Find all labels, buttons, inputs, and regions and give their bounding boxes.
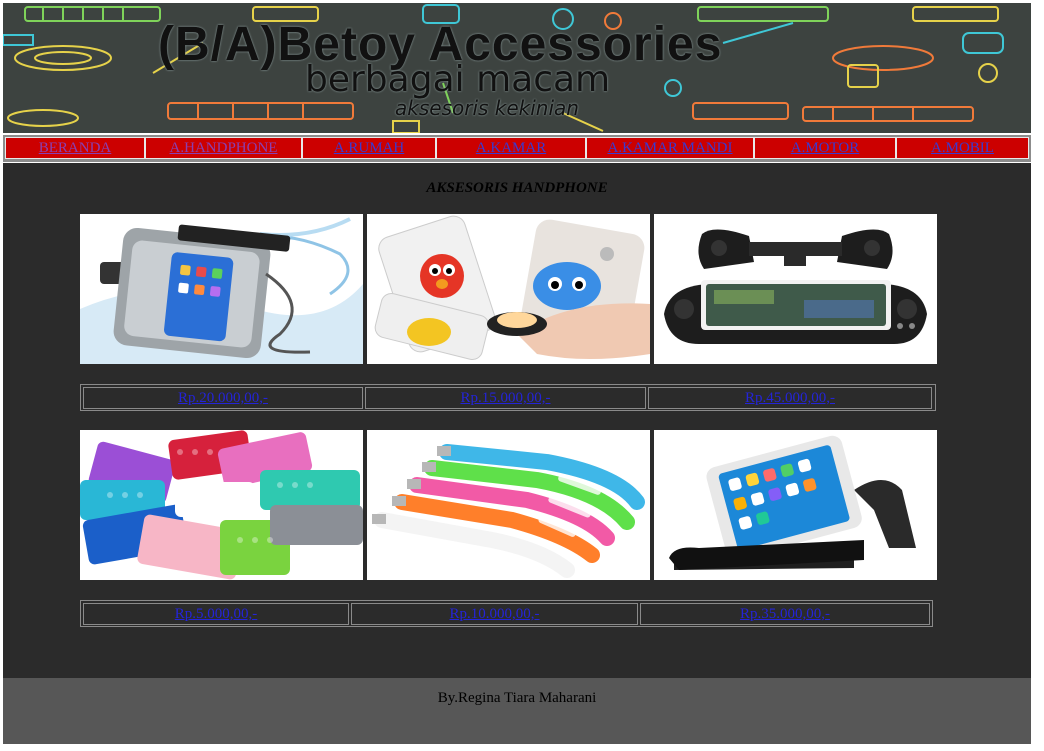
site-logo-subtitle: berbagai macam: [305, 59, 611, 100]
section-title: AKSESORIS HANDPHONE: [426, 180, 608, 196]
price-link[interactable]: Rp.45.000,00,-: [745, 390, 835, 406]
price-cell: Rp.10.000,00,-: [351, 603, 638, 625]
waterproof-phone-pouch-image: [80, 214, 363, 364]
price-cell: Rp.15.000,00,-: [365, 387, 646, 409]
price-table-row-2: Rp.5.000,00,- Rp.10.000,00,- Rp.35.000,0…: [80, 600, 933, 627]
nav-link-kamar[interactable]: A.KAMAR: [476, 140, 546, 156]
price-cell: Rp.5.000,00,-: [83, 603, 349, 625]
nav-item-kamar-mandi[interactable]: A.KAMAR MANDI: [586, 137, 754, 159]
price-cell: Rp.35.000,00,-: [640, 603, 930, 625]
price-link[interactable]: Rp.15.000,00,-: [461, 390, 551, 406]
price-cell: Rp.45.000,00,-: [648, 387, 932, 409]
site-logo-tagline: aksesoris kekinian: [395, 96, 579, 120]
price-cell: Rp.20.000,00,-: [83, 387, 363, 409]
nav-item-mobil[interactable]: A.MOBIL: [896, 137, 1029, 159]
price-link[interactable]: Rp.5.000,00,-: [175, 606, 258, 622]
price-link[interactable]: Rp.35.000,00,-: [740, 606, 830, 622]
nav-item-motor[interactable]: A.MOTOR: [754, 137, 896, 159]
phone-stand-image: [654, 430, 937, 580]
nav-item-beranda[interactable]: BERANDA: [5, 137, 145, 159]
nav-link-rumah[interactable]: A.RUMAH: [334, 140, 404, 156]
page-footer: By.Regina Tiara Maharani: [3, 678, 1031, 744]
header-banner: (B/A)Betoy Accessories berbagai macam ak…: [3, 3, 1031, 133]
nav-link-handphone[interactable]: A.HANDPHONE: [170, 140, 278, 156]
nav-item-handphone[interactable]: A.HANDPHONE: [145, 137, 302, 159]
footer-credit: By.Regina Tiara Maharani: [437, 690, 597, 706]
main-navigation: BERANDA A.HANDPHONE A.RUMAH A.KAMAR A.KA…: [3, 135, 1031, 162]
nav-link-beranda[interactable]: BERANDA: [39, 140, 112, 156]
price-link[interactable]: Rp.20.000,00,-: [178, 390, 268, 406]
nav-item-rumah[interactable]: A.RUMAH: [302, 137, 436, 159]
nav-item-kamar[interactable]: A.KAMAR: [436, 137, 586, 159]
suction-pad-image: [80, 430, 363, 580]
nav-link-kamar-mandi[interactable]: A.KAMAR MANDI: [607, 140, 732, 156]
price-link[interactable]: Rp.10.000,00,-: [450, 606, 540, 622]
pop-socket-holder-image: [367, 214, 650, 364]
price-table-row-1: Rp.20.000,00,- Rp.15.000,00,- Rp.45.000,…: [80, 384, 936, 411]
game-controller-image: [654, 214, 937, 364]
usb-led-light-image: [367, 430, 650, 580]
nav-link-mobil[interactable]: A.MOBIL: [931, 140, 994, 156]
nav-link-motor[interactable]: A.MOTOR: [791, 140, 859, 156]
main-content: AKSESORIS HANDPHONE Rp.20.000,00,- Rp.15…: [3, 163, 1031, 678]
